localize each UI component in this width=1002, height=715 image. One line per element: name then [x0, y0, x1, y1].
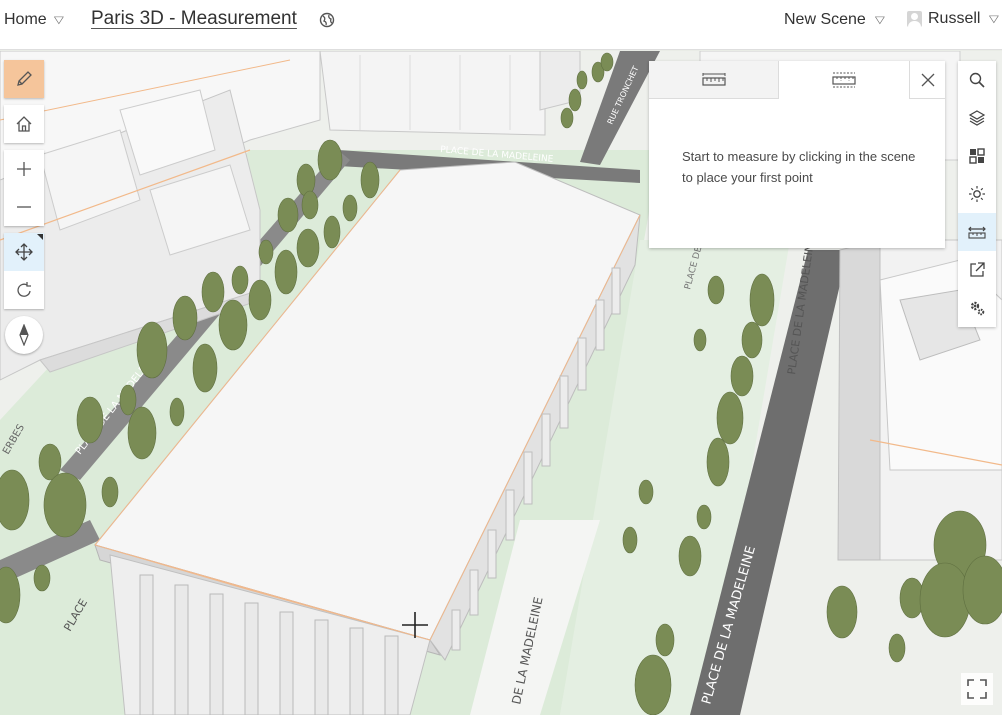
measurement-tabs — [649, 61, 945, 99]
measurement-hint: Start to measure by clicking in the scen… — [682, 149, 916, 185]
measurement-panel: Start to measure by clicking in the scen… — [649, 61, 945, 248]
layers-button[interactable] — [958, 99, 996, 137]
scene-title[interactable]: Paris 3D - Measurement — [91, 8, 297, 30]
share-button[interactable] — [958, 251, 996, 289]
zoom-out-button[interactable] — [4, 188, 44, 226]
compass-icon — [19, 324, 29, 346]
fullscreen-icon — [967, 679, 987, 699]
sketch-button[interactable] — [4, 60, 44, 98]
tab-area[interactable] — [779, 61, 909, 99]
measurement-button[interactable] — [958, 213, 996, 251]
share-icon — [970, 262, 985, 277]
settings-button[interactable] — [958, 289, 996, 327]
crosshair-cursor — [402, 612, 428, 638]
measure-icon — [968, 226, 986, 239]
buildings-top — [319, 51, 581, 136]
chevron-down-icon: ▽ — [874, 14, 885, 26]
search-icon — [969, 72, 985, 88]
home-menu[interactable]: Home ▽ — [4, 11, 64, 29]
chevron-down-icon: ▽ — [989, 13, 1000, 25]
close-icon — [921, 73, 934, 86]
avatar — [907, 11, 922, 27]
home-button[interactable] — [4, 105, 44, 143]
new-scene-label: New Scene — [784, 11, 866, 28]
rotate-button[interactable] — [4, 271, 44, 309]
pencil-icon — [17, 71, 32, 86]
layers-icon — [968, 110, 986, 126]
fullscreen-button[interactable] — [961, 673, 993, 705]
left-toolbar — [4, 60, 44, 354]
plus-icon — [17, 162, 31, 176]
compass-button[interactable] — [5, 316, 43, 354]
home-label: Home — [4, 11, 47, 28]
ruler-icon — [701, 72, 726, 86]
close-panel-button[interactable] — [909, 61, 945, 99]
pan-button[interactable] — [4, 233, 44, 271]
rotate-icon — [17, 282, 31, 297]
area-ruler-icon — [832, 72, 856, 87]
right-toolbar — [958, 61, 996, 327]
globe-icon[interactable] — [319, 12, 335, 28]
tab-distance[interactable] — [649, 61, 779, 99]
app-header: Home ▽ Paris 3D - Measurement New Scene … — [0, 0, 1002, 50]
daylight-button[interactable] — [958, 175, 996, 213]
sun-icon — [969, 186, 985, 202]
basemap-gallery-button[interactable] — [958, 137, 996, 175]
zoom-in-button[interactable] — [4, 150, 44, 188]
corner-indicator — [37, 234, 43, 240]
user-name: Russell — [928, 10, 981, 27]
new-scene-menu[interactable]: New Scene ▽ — [784, 11, 885, 29]
user-menu[interactable]: Russell ▽ — [907, 10, 1000, 28]
chevron-down-icon: ▽ — [53, 14, 64, 26]
move-icon — [15, 243, 33, 261]
search-button[interactable] — [958, 61, 996, 99]
minus-icon — [17, 206, 31, 208]
home-icon — [16, 116, 32, 132]
basemap-gallery-icon — [969, 148, 985, 164]
gear-icon — [970, 301, 985, 316]
